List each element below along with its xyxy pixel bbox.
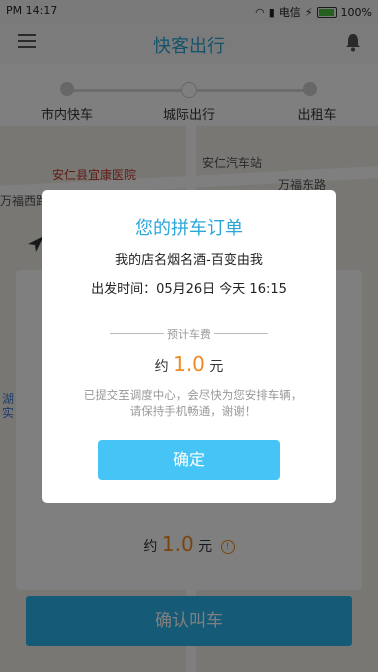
carpool-order-dialog: 您的拼车订单 我的店名烟名酒-百变由我 出发时间：05月26日 今天 16:15… <box>42 190 336 503</box>
dialog-fare: 约 1.0 元 <box>42 352 336 376</box>
ok-button[interactable]: 确定 <box>98 440 280 480</box>
dialog-note: 已提交至调度中心，会尽快为您安排车辆，请保持手机畅通，谢谢！ <box>83 388 303 418</box>
dialog-fare-prefix: 约 <box>154 359 169 375</box>
fare-caption: 预计车费 <box>110 326 268 342</box>
dialog-title: 您的拼车订单 <box>135 218 243 239</box>
dialog-fare-unit: 元 <box>209 359 224 375</box>
dialog-fare-value: 1.0 <box>173 352 205 376</box>
dialog-route: 我的店名烟名酒-百变由我 <box>115 253 263 268</box>
dialog-departure-time: 出发时间：05月26日 今天 16:15 <box>91 282 287 297</box>
